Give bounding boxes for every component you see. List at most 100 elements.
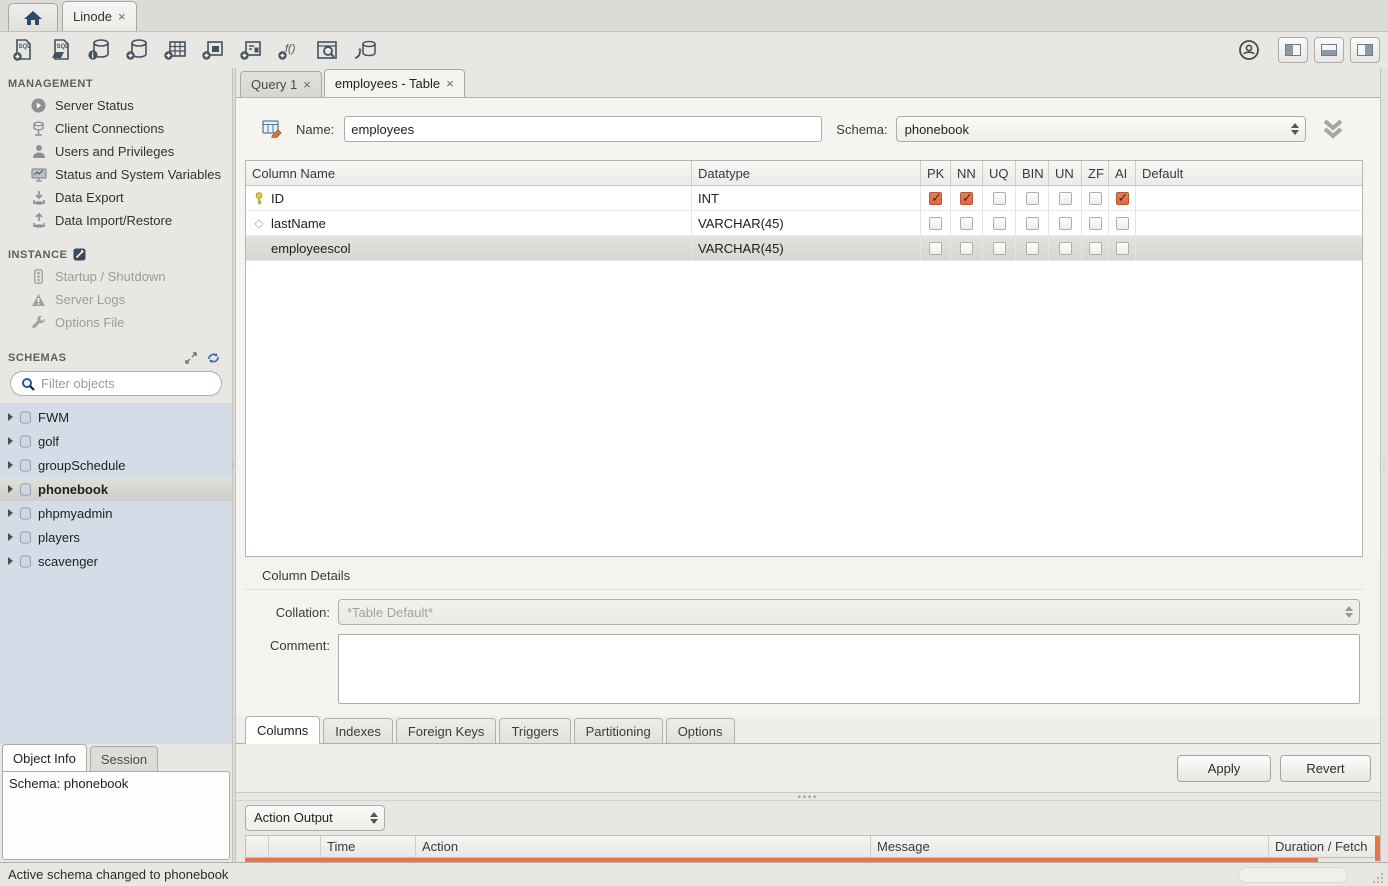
connection-tab[interactable]: Linode × xyxy=(62,1,137,31)
create-view-icon[interactable] xyxy=(198,37,228,63)
ai-checkbox[interactable] xyxy=(1116,242,1129,255)
tab-query-1[interactable]: Query 1 × xyxy=(240,71,322,97)
column-header[interactable]: BIN xyxy=(1016,161,1049,185)
sidebar-splitter[interactable]: ⋮ xyxy=(232,68,236,862)
tab-columns[interactable]: Columns xyxy=(245,716,320,744)
expander-icon[interactable] xyxy=(8,557,13,565)
schema-select[interactable]: phonebook xyxy=(896,116,1306,142)
sidebar-item-startup-shutdown[interactable]: Startup / Shutdown xyxy=(8,265,232,288)
status-scrollbar-thumb[interactable] xyxy=(1238,867,1348,883)
column-header[interactable]: PK xyxy=(921,161,951,185)
output-header-action[interactable]: Action xyxy=(416,836,871,857)
table-row[interactable]: ◇ lastName VARCHAR(45) xyxy=(246,211,1362,236)
expander-icon[interactable] xyxy=(8,437,13,445)
un-checkbox[interactable] xyxy=(1059,242,1072,255)
expander-icon[interactable] xyxy=(8,461,13,469)
output-header-message[interactable]: Message xyxy=(871,836,1269,857)
schema-item-groupschedule[interactable]: groupSchedule xyxy=(0,453,232,477)
schema-filter-input[interactable] xyxy=(41,376,217,391)
tab-triggers[interactable]: Triggers xyxy=(499,718,570,743)
pk-checkbox[interactable] xyxy=(929,192,942,205)
ai-checkbox[interactable] xyxy=(1116,192,1129,205)
user-circle-icon[interactable] xyxy=(1234,37,1264,63)
column-default[interactable] xyxy=(1136,211,1362,235)
output-splitter[interactable]: •••• xyxy=(236,793,1380,801)
expand-schemas-icon[interactable] xyxy=(185,352,197,364)
inspect-database-icon[interactable]: i xyxy=(84,37,114,63)
grid-empty-area[interactable] xyxy=(246,261,1362,556)
sidebar-item-system-variables[interactable]: Status and System Variables xyxy=(8,163,232,186)
expander-icon[interactable] xyxy=(8,533,13,541)
toggle-right-panel-button[interactable] xyxy=(1350,37,1380,63)
comment-textarea[interactable] xyxy=(338,634,1360,704)
schema-item-phonebook[interactable]: phonebook xyxy=(0,477,232,501)
column-header[interactable]: Datatype xyxy=(692,161,921,185)
create-schema-icon[interactable] xyxy=(122,37,152,63)
schema-item-golf[interactable]: golf xyxy=(0,429,232,453)
close-icon[interactable]: × xyxy=(118,10,126,23)
apply-button[interactable]: Apply xyxy=(1177,755,1271,782)
sidebar-item-client-connections[interactable]: Client Connections xyxy=(8,117,232,140)
schema-item-scavenger[interactable]: scavenger xyxy=(0,549,232,573)
uq-checkbox[interactable] xyxy=(993,242,1006,255)
column-header[interactable]: UQ xyxy=(983,161,1016,185)
sidebar-item-users-privileges[interactable]: Users and Privileges xyxy=(8,140,232,163)
schema-item-players[interactable]: players xyxy=(0,525,232,549)
schema-item-phpmyadmin[interactable]: phpmyadmin xyxy=(0,501,232,525)
un-checkbox[interactable] xyxy=(1059,192,1072,205)
expander-icon[interactable] xyxy=(8,485,13,493)
tab-session[interactable]: Session xyxy=(90,746,158,771)
pk-checkbox[interactable] xyxy=(929,242,942,255)
sidebar-item-server-status[interactable]: Server Status xyxy=(8,94,232,117)
nn-checkbox[interactable] xyxy=(960,242,973,255)
expander-icon[interactable] xyxy=(8,413,13,421)
new-sql-tab-icon[interactable]: SQL xyxy=(8,37,38,63)
bin-checkbox[interactable] xyxy=(1026,242,1039,255)
column-header[interactable]: Default xyxy=(1136,161,1362,185)
column-header[interactable]: AI xyxy=(1109,161,1136,185)
expander-icon[interactable] xyxy=(8,509,13,517)
refresh-schemas-icon[interactable] xyxy=(207,352,220,364)
table-name-input[interactable] xyxy=(344,116,822,142)
tab-options[interactable]: Options xyxy=(666,718,735,743)
tab-partitioning[interactable]: Partitioning xyxy=(574,718,663,743)
uq-checkbox[interactable] xyxy=(993,192,1006,205)
collation-select[interactable]: *Table Default* xyxy=(338,599,1360,625)
close-icon[interactable]: × xyxy=(446,77,454,90)
table-row[interactable]: employeescol VARCHAR(45) xyxy=(246,236,1362,261)
toggle-left-panel-button[interactable] xyxy=(1278,37,1308,63)
close-icon[interactable]: × xyxy=(303,78,311,91)
zf-checkbox[interactable] xyxy=(1089,192,1102,205)
right-panel-splitter[interactable]: ⋮ xyxy=(1380,68,1388,862)
column-header[interactable]: NN xyxy=(951,161,983,185)
column-header[interactable]: UN xyxy=(1049,161,1082,185)
zf-checkbox[interactable] xyxy=(1089,217,1102,230)
reconnect-dbms-icon[interactable] xyxy=(350,37,380,63)
create-table-icon[interactable] xyxy=(160,37,190,63)
tab-foreign-keys[interactable]: Foreign Keys xyxy=(396,718,497,743)
sidebar-item-options-file[interactable]: Options File xyxy=(8,311,232,334)
zf-checkbox[interactable] xyxy=(1089,242,1102,255)
output-view-select[interactable]: Action Output xyxy=(245,805,385,831)
pk-checkbox[interactable] xyxy=(929,217,942,230)
nn-checkbox[interactable] xyxy=(960,217,973,230)
ai-checkbox[interactable] xyxy=(1116,217,1129,230)
nn-checkbox[interactable] xyxy=(960,192,973,205)
output-header-duration[interactable]: Duration / Fetch xyxy=(1269,836,1380,857)
sidebar-item-data-export[interactable]: Data Export xyxy=(8,186,232,209)
tab-indexes[interactable]: Indexes xyxy=(323,718,393,743)
column-default[interactable] xyxy=(1136,186,1362,210)
revert-button[interactable]: Revert xyxy=(1280,755,1371,782)
tab-employees-table[interactable]: employees - Table × xyxy=(324,69,465,97)
sidebar-item-server-logs[interactable]: Server Logs xyxy=(8,288,232,311)
resize-grip-icon[interactable] xyxy=(1373,872,1384,883)
toggle-bottom-panel-button[interactable] xyxy=(1314,37,1344,63)
column-default[interactable] xyxy=(1136,236,1362,260)
uq-checkbox[interactable] xyxy=(993,217,1006,230)
column-header[interactable]: ZF xyxy=(1082,161,1109,185)
search-data-icon[interactable] xyxy=(312,37,342,63)
bin-checkbox[interactable] xyxy=(1026,192,1039,205)
home-tab[interactable] xyxy=(8,3,58,31)
tab-object-info[interactable]: Object Info xyxy=(2,744,87,771)
table-row[interactable]: ID INT xyxy=(246,186,1362,211)
